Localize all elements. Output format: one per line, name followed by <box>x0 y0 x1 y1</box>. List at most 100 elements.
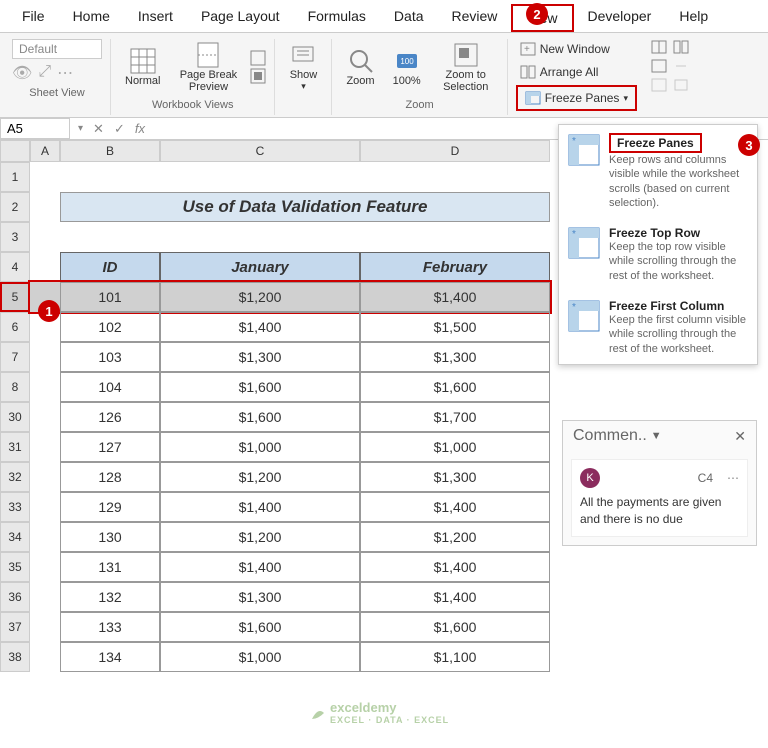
zoom-button[interactable]: Zoom <box>340 45 380 89</box>
dropdown-icon[interactable]: ▾ <box>78 123 83 134</box>
column-header-D[interactable]: D <box>360 140 550 162</box>
cell[interactable]: $1,400 <box>360 582 550 612</box>
tab-data[interactable]: Data <box>380 4 438 32</box>
cell[interactable]: 102 <box>60 312 160 342</box>
tab-insert[interactable]: Insert <box>124 4 187 32</box>
page-layout-icon[interactable] <box>250 50 266 66</box>
cell[interactable]: 134 <box>60 642 160 672</box>
row-header-31[interactable]: 31 <box>0 432 30 462</box>
reset-pos-icon[interactable] <box>673 77 689 93</box>
select-all-corner[interactable] <box>0 140 30 162</box>
cell[interactable]: $1,600 <box>160 402 360 432</box>
sync-scroll-icon[interactable] <box>673 58 689 74</box>
cell[interactable]: $1,300 <box>360 342 550 372</box>
tab-developer[interactable]: Developer <box>574 4 666 32</box>
pagebreak-button[interactable]: Page Break Preview <box>172 39 244 95</box>
freeze-panes-button[interactable]: Freeze Panes▾ <box>521 88 632 108</box>
zoom-selection-button[interactable]: Zoom to Selection <box>433 39 499 95</box>
table-row[interactable]: 131$1,400$1,400 <box>30 552 550 582</box>
tab-file[interactable]: File <box>8 4 59 32</box>
unhide-icon[interactable] <box>651 77 667 93</box>
cell[interactable]: $1,400 <box>160 312 360 342</box>
row-header-30[interactable]: 30 <box>0 402 30 432</box>
cell[interactable]: $1,600 <box>360 612 550 642</box>
cell[interactable]: $1,600 <box>360 372 550 402</box>
column-header-A[interactable]: A <box>30 140 60 162</box>
tab-help[interactable]: Help <box>665 4 722 32</box>
cell[interactable]: $1,000 <box>160 642 360 672</box>
cell[interactable]: 101 <box>60 282 160 312</box>
cell[interactable]: $1,600 <box>160 612 360 642</box>
cell[interactable]: $1,100 <box>360 642 550 672</box>
close-icon[interactable]: ✕ <box>734 428 746 445</box>
table-row[interactable]: 132$1,300$1,400 <box>30 582 550 612</box>
cell[interactable]: 132 <box>60 582 160 612</box>
cell[interactable]: $1,000 <box>360 432 550 462</box>
row-header-1[interactable]: 1 <box>0 162 30 192</box>
sheet-view-selector[interactable]: Default <box>12 39 102 59</box>
custom-views-icon[interactable] <box>250 68 266 84</box>
row-header-5[interactable]: 5 <box>0 282 30 312</box>
table-row[interactable]: 127$1,000$1,000 <box>30 432 550 462</box>
freeze-option-freeze-first-column[interactable]: *Freeze First ColumnKeep the first colum… <box>559 291 757 364</box>
row-header-32[interactable]: 32 <box>0 462 30 492</box>
cell[interactable]: 130 <box>60 522 160 552</box>
row-header-2[interactable]: 2 <box>0 192 30 222</box>
cell[interactable]: $1,200 <box>160 462 360 492</box>
chevron-down-icon[interactable]: ▼ <box>651 430 662 442</box>
cell[interactable]: $1,400 <box>360 282 550 312</box>
table-row[interactable]: 102$1,400$1,500 <box>30 312 550 342</box>
comment-card[interactable]: K C4 ⋯ All the payments are given and th… <box>571 459 748 537</box>
row-header-4[interactable]: 4 <box>0 252 30 282</box>
cell[interactable]: $1,000 <box>160 432 360 462</box>
cell[interactable]: $1,200 <box>160 282 360 312</box>
cell[interactable]: 126 <box>60 402 160 432</box>
row-header-38[interactable]: 38 <box>0 642 30 672</box>
tab-formulas[interactable]: Formulas <box>294 4 380 32</box>
column-header-C[interactable]: C <box>160 140 360 162</box>
cell[interactable]: $1,400 <box>160 552 360 582</box>
new-window-button[interactable]: +New Window <box>516 39 637 59</box>
cell[interactable]: 129 <box>60 492 160 522</box>
row-header-8[interactable]: 8 <box>0 372 30 402</box>
table-row[interactable]: 103$1,300$1,300 <box>30 342 550 372</box>
table-header[interactable]: ID <box>60 252 160 282</box>
row-header-33[interactable]: 33 <box>0 492 30 522</box>
cell[interactable]: $1,200 <box>360 522 550 552</box>
show-button[interactable]: Show ▾ <box>283 39 323 94</box>
row-header-7[interactable]: 7 <box>0 342 30 372</box>
freeze-option-freeze-top-row[interactable]: *Freeze Top RowKeep the top row visible … <box>559 218 757 291</box>
hide-icon[interactable] <box>651 58 667 74</box>
table-row[interactable]: 134$1,000$1,100 <box>30 642 550 672</box>
tab-home[interactable]: Home <box>59 4 124 32</box>
table-row[interactable]: 133$1,600$1,600 <box>30 612 550 642</box>
row-header-6[interactable]: 6 <box>0 312 30 342</box>
fx-icon[interactable]: fx <box>135 121 145 136</box>
row-header-36[interactable]: 36 <box>0 582 30 612</box>
cell[interactable]: 128 <box>60 462 160 492</box>
cell[interactable]: $1,400 <box>360 552 550 582</box>
row-header-34[interactable]: 34 <box>0 522 30 552</box>
table-header[interactable]: January <box>160 252 360 282</box>
table-row[interactable]: 126$1,600$1,700 <box>30 402 550 432</box>
cell[interactable]: 133 <box>60 612 160 642</box>
tab-review[interactable]: Review <box>438 4 512 32</box>
row-header-3[interactable]: 3 <box>0 222 30 252</box>
row-header-37[interactable]: 37 <box>0 612 30 642</box>
cell[interactable]: $1,300 <box>160 342 360 372</box>
cell[interactable]: 103 <box>60 342 160 372</box>
split-icon[interactable] <box>651 39 667 55</box>
cell[interactable]: $1,300 <box>360 462 550 492</box>
cell[interactable]: 104 <box>60 372 160 402</box>
freeze-option-freeze-panes[interactable]: *Freeze PanesKeep rows and columns visib… <box>559 125 757 218</box>
cell[interactable]: $1,700 <box>360 402 550 432</box>
table-header[interactable]: February <box>360 252 550 282</box>
cell[interactable]: 131 <box>60 552 160 582</box>
cell[interactable]: $1,400 <box>360 492 550 522</box>
enter-icon[interactable]: ✓ <box>114 121 125 137</box>
tab-page-layout[interactable]: Page Layout <box>187 4 294 32</box>
cell[interactable]: $1,200 <box>160 522 360 552</box>
zoom-100-button[interactable]: 100 100% <box>387 45 427 89</box>
arrange-all-button[interactable]: Arrange All <box>516 62 637 82</box>
more-icon[interactable]: ⋯ <box>727 471 739 485</box>
